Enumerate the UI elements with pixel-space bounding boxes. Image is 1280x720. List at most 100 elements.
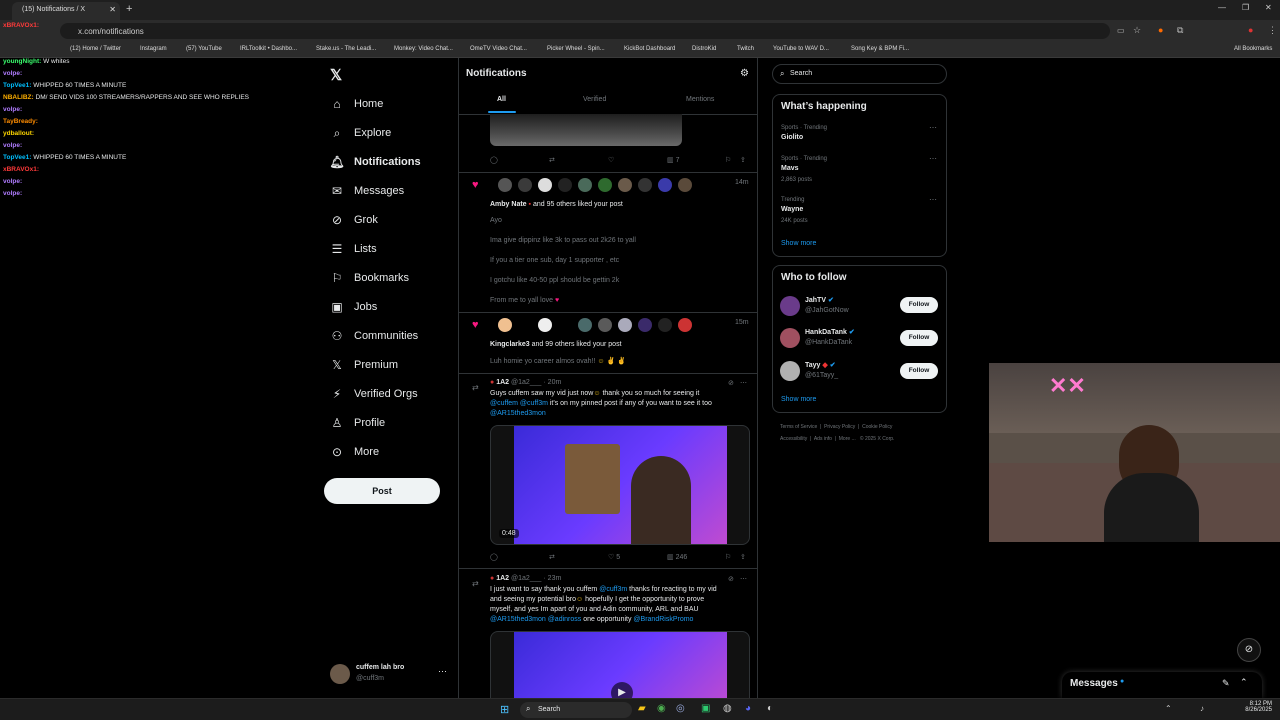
bookmark-item[interactable]: OmeTV Video Chat... (470, 46, 527, 52)
taskbar-search[interactable]: ⌕ Search (520, 702, 632, 718)
mention-link[interactable]: @BrandRiskPromo (633, 616, 693, 623)
avatar[interactable] (598, 318, 612, 332)
discord-icon[interactable]: ◕ (745, 703, 751, 714)
mention-link[interactable]: @cuff3m (599, 586, 627, 593)
share-icon[interactable]: ⇪ (740, 553, 746, 561)
avatar[interactable] (638, 318, 652, 332)
follow-button[interactable]: Follow (900, 297, 938, 313)
browser-tab[interactable]: (15) Notifications / X ✕ (12, 2, 120, 20)
browser-menu-icon[interactable]: ⋮ (1268, 25, 1277, 36)
follow-button[interactable]: Follow (900, 330, 938, 346)
bookmark-item[interactable]: YouTube to WAV D... (773, 46, 829, 52)
play-icon[interactable]: ▶ (611, 682, 633, 698)
nav-grok[interactable]: ⊘ Grok (330, 207, 378, 233)
tab-mentions[interactable]: Mentions (686, 96, 714, 103)
nav-profile[interactable]: ♙ Profile (330, 410, 386, 436)
trend-name[interactable]: Wayne (781, 206, 803, 213)
messages-drawer[interactable]: Messages ● ✎ ⌃ (1062, 672, 1262, 698)
app-icon[interactable]: ◍ (723, 703, 732, 714)
grok-icon[interactable]: ⊘ (728, 379, 734, 387)
avatar[interactable] (780, 296, 800, 316)
extension-icon[interactable]: ● (1158, 25, 1163, 35)
avatar[interactable] (538, 318, 552, 332)
account-switcher[interactable]: cuffem lah bro @cuff3m ⋯ (330, 662, 450, 688)
like-icon[interactable]: ♡ (608, 156, 614, 164)
steam-icon[interactable]: ◎ (676, 703, 685, 714)
follow-name[interactable]: Tayy ◆ ✔ (805, 361, 836, 369)
close-window-icon[interactable]: ✕ (1265, 3, 1272, 12)
trend-name[interactable]: Mavs (781, 165, 799, 172)
tab-all[interactable]: All (497, 96, 506, 103)
video-player[interactable]: 0:48 (490, 425, 750, 545)
avatar[interactable] (678, 178, 692, 192)
footer-link[interactable]: Privacy Policy (824, 424, 855, 430)
more-dots-icon[interactable]: ⋯ (740, 575, 747, 583)
avatar[interactable] (578, 178, 592, 192)
minimize-icon[interactable]: — (1218, 3, 1226, 12)
avatar[interactable] (618, 178, 632, 192)
nav-premium[interactable]: 𝕏 Premium (330, 352, 398, 378)
repost-icon[interactable]: ⇄ (549, 156, 555, 164)
views-icon[interactable]: ▥ 7 (667, 156, 679, 164)
footer-link[interactable]: Terms of Service (780, 424, 817, 430)
address-bar[interactable]: x.com/notifications (60, 23, 1110, 39)
follow-name[interactable]: JahTV ✔ (805, 296, 834, 304)
nav-jobs[interactable]: ▣ Jobs (330, 294, 377, 320)
tray-chevron-icon[interactable]: ⌃ (1165, 704, 1172, 713)
bookmark-item[interactable]: Song Key & BPM Fi... (851, 46, 909, 52)
chrome-icon[interactable]: ◉ (657, 703, 666, 714)
mention-link[interactable]: @AR15thed3mon (490, 410, 546, 417)
all-bookmarks[interactable]: All Bookmarks (1234, 46, 1272, 52)
cast-icon[interactable]: ▭ (1117, 26, 1125, 35)
bookmark-item[interactable]: Twitch (737, 46, 754, 52)
repost-icon[interactable]: ⇄ (549, 553, 555, 561)
obs-icon[interactable]: ◐ (767, 703, 773, 714)
nav-lists[interactable]: ☰ Lists (330, 236, 377, 262)
views-icon[interactable]: ▥ 246 (667, 553, 687, 561)
post-header[interactable]: ● 1A2 @1a2___ · 23m (490, 575, 561, 582)
x-logo-icon[interactable]: 𝕏 (330, 66, 342, 84)
settings-gear-icon[interactable]: ⚙ (740, 68, 749, 79)
trend-name[interactable]: Giolito (781, 134, 803, 141)
search-input[interactable]: ⌕ Search (772, 64, 947, 84)
follow-name[interactable]: HankDaTank ✔ (805, 328, 855, 336)
reply-icon[interactable]: ◯ (490, 156, 498, 164)
bookmark-item[interactable]: (57) YouTube (186, 46, 222, 52)
avatar[interactable] (780, 361, 800, 381)
avatar[interactable] (498, 178, 512, 192)
show-more-link[interactable]: Show more (781, 240, 816, 247)
volume-icon[interactable]: ♪ (1200, 704, 1204, 713)
grok-floating-icon[interactable]: ⊘ (1237, 638, 1261, 662)
post-media[interactable] (490, 114, 682, 146)
nav-explore[interactable]: ⌕ Explore (330, 120, 392, 146)
bookmark-star-icon[interactable]: ☆ (1133, 25, 1141, 36)
post-button[interactable]: Post (324, 478, 440, 504)
like-summary[interactable]: Amby Nate ▪ and 95 others liked your pos… (490, 201, 623, 208)
expand-icon[interactable]: ⌃ (1240, 677, 1248, 688)
avatar[interactable] (780, 328, 800, 348)
more-dots-icon[interactable]: ⋯ (740, 379, 747, 387)
bookmark-item[interactable]: KickBot Dashboard (624, 46, 675, 52)
nav-verified-orgs[interactable]: ⚡︎ Verified Orgs (330, 381, 418, 407)
like-summary[interactable]: Kingclarke3 and 99 others liked your pos… (490, 341, 622, 348)
extensions-puzzle-icon[interactable]: ⧉ (1177, 25, 1183, 36)
nav-messages[interactable]: ✉ Messages (330, 178, 404, 204)
more-dots-icon[interactable]: ⋯ (929, 154, 937, 163)
avatar[interactable] (518, 178, 532, 192)
nav-more[interactable]: ⊙ More (330, 439, 379, 465)
reply-icon[interactable]: ◯ (490, 553, 498, 561)
nav-notifications[interactable]: 🔔︎ Notifications (329, 149, 420, 175)
bookmark-item[interactable]: Stake.us - The Leadi... (316, 46, 376, 52)
bookmark-icon[interactable]: ⚐ (725, 553, 731, 561)
bookmark-item[interactable]: Instagram (140, 46, 167, 52)
nav-home[interactable]: ⌂ Home (330, 91, 383, 117)
compose-icon[interactable]: ✎ (1222, 678, 1230, 689)
avatar[interactable] (658, 178, 672, 192)
profile-avatar-icon[interactable]: ● (1248, 25, 1253, 35)
avatar[interactable] (538, 178, 552, 192)
share-icon[interactable]: ⇪ (740, 156, 746, 164)
show-more-link[interactable]: Show more (781, 396, 816, 403)
post-header[interactable]: ● 1A2 @1a2___ · 20m (490, 379, 561, 386)
avatar[interactable] (618, 318, 632, 332)
new-tab-icon[interactable]: + (126, 3, 132, 15)
